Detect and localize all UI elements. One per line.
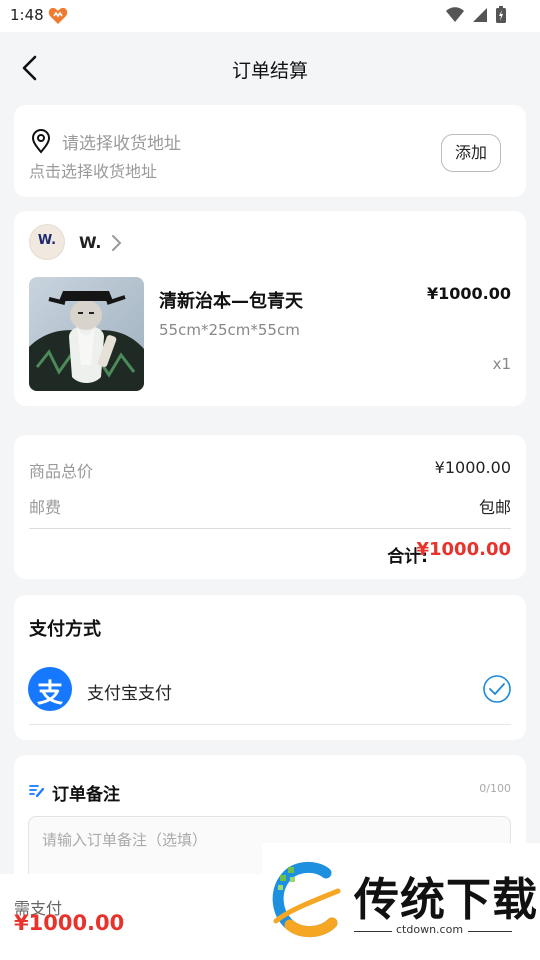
payment-method-card: 支付方式 支 支付宝支付 xyxy=(14,595,526,740)
shop-avatar[interactable]: W. xyxy=(29,224,65,260)
shop-name[interactable]: W. xyxy=(79,233,101,252)
wifi-icon xyxy=(446,6,464,27)
address-title: 请选择收货地址 xyxy=(62,134,181,154)
status-bar: 1:48 xyxy=(0,0,540,32)
watermark-text: 传统下载 xyxy=(354,873,539,926)
amount-due-value: ¥1000.00 xyxy=(14,911,125,935)
status-icons xyxy=(446,6,506,27)
address-selector[interactable]: 请选择收货地址 点击选择收货地址 添加 xyxy=(14,105,526,197)
divider xyxy=(29,724,511,725)
watermark: 传统下载 ctdown.com xyxy=(262,843,540,960)
check-circle-icon[interactable] xyxy=(482,674,512,708)
product-price: ¥1000.00 xyxy=(426,284,511,303)
add-address-button[interactable]: 添加 xyxy=(441,134,501,172)
total-value: ¥1000.00 xyxy=(416,539,511,560)
subtotal-value: ¥1000.00 xyxy=(434,458,511,477)
subtotal-label: 商品总价 xyxy=(29,462,94,481)
page-title: 订单结算 xyxy=(231,60,308,82)
status-time: 1:48 xyxy=(10,6,44,24)
signal-icon xyxy=(472,7,488,27)
watermark-url: ctdown.com xyxy=(396,923,464,936)
product-spec: 55cm*25cm*55cm xyxy=(159,321,300,339)
product-name[interactable]: 清新治本—包青天 xyxy=(159,287,303,313)
divider xyxy=(29,528,511,529)
divider xyxy=(468,931,512,932)
address-subtitle: 点击选择收货地址 xyxy=(29,162,158,181)
location-pin-icon xyxy=(30,128,52,158)
product-quantity: x1 xyxy=(492,355,511,373)
edit-icon xyxy=(29,783,45,802)
shipping-label: 邮费 xyxy=(29,498,62,517)
product-image[interactable] xyxy=(29,277,144,391)
price-summary: 商品总价 ¥1000.00 邮费 包邮 合计: ¥1000.00 xyxy=(14,435,526,579)
shop-avatar-text: W. xyxy=(37,233,57,248)
heart-app-icon xyxy=(48,7,68,29)
product-card: W. W. 清新治本—包青天 55cm*25cm*55cm ¥1000.00 x… xyxy=(14,211,526,406)
watermark-logo-icon xyxy=(268,861,346,943)
shipping-value: 包邮 xyxy=(478,498,511,517)
note-placeholder: 请输入订单备注（选填） xyxy=(42,831,208,849)
payment-heading: 支付方式 xyxy=(29,619,101,640)
note-heading: 订单备注 xyxy=(52,785,120,805)
note-char-count: 0/100 xyxy=(479,782,511,795)
divider xyxy=(354,931,392,932)
battery-icon xyxy=(496,6,506,27)
alipay-option-label[interactable]: 支付宝支付 xyxy=(87,679,172,704)
alipay-icon: 支 xyxy=(28,667,72,711)
chevron-right-icon[interactable] xyxy=(110,234,122,256)
header: 订单结算 xyxy=(0,32,540,102)
alipay-glyph: 支 xyxy=(36,679,63,709)
